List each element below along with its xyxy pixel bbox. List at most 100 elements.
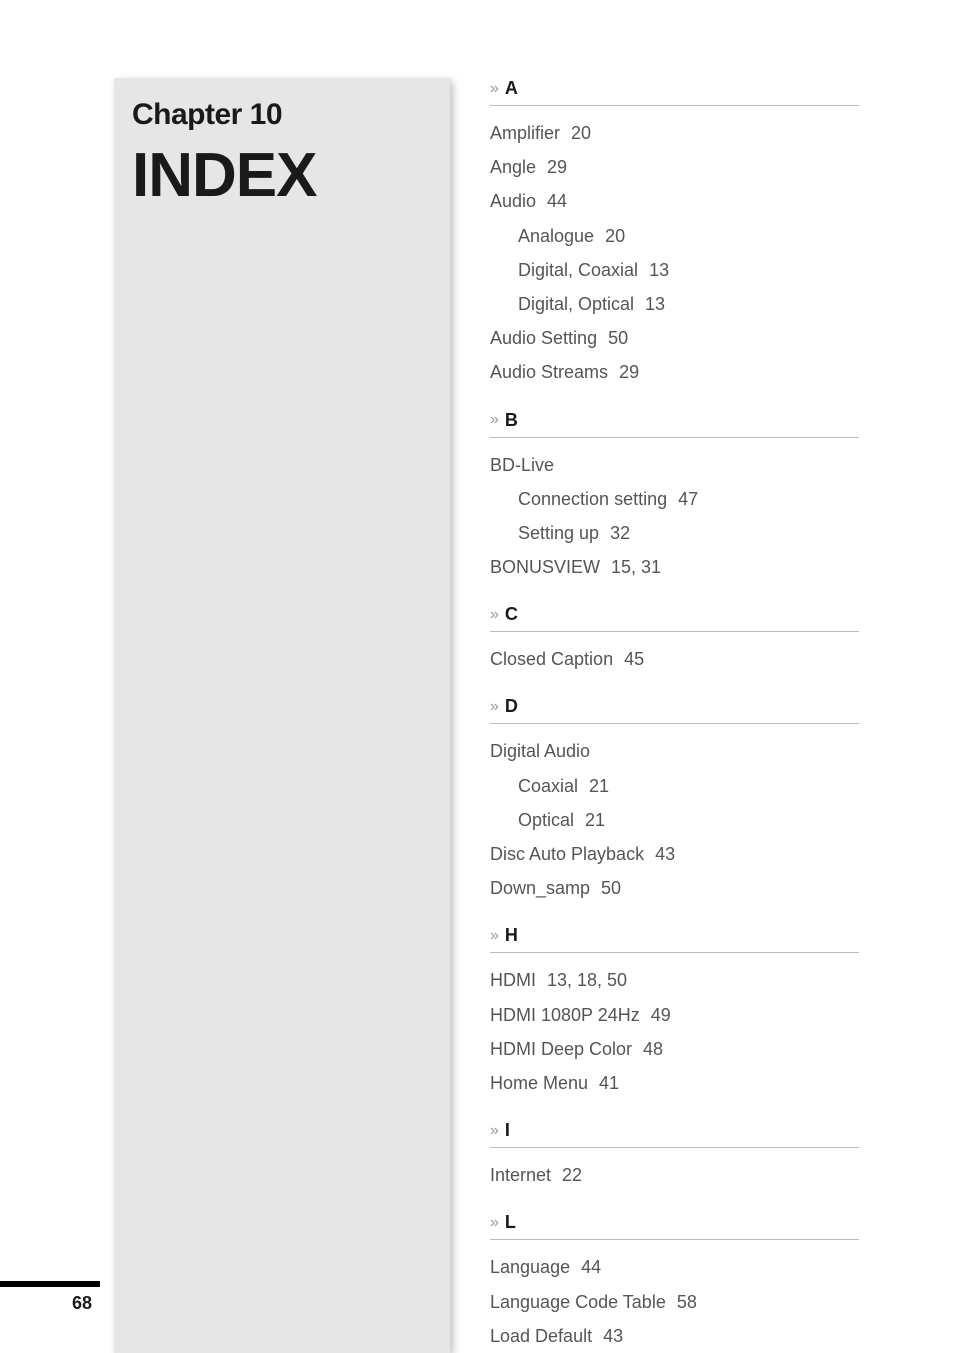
index-entry: HDMI 1080P 24Hz 49 bbox=[490, 998, 859, 1032]
index-entry-pages: 21 bbox=[584, 776, 609, 796]
index-entry-pages: 47 bbox=[673, 489, 698, 509]
index-entry-pages: 20 bbox=[566, 123, 591, 143]
index-title: INDEX bbox=[132, 140, 432, 211]
chevrons-icon: » bbox=[490, 1214, 495, 1232]
index-entry: Internet 22 bbox=[490, 1158, 859, 1192]
index-entry: HDMI 13, 18, 50 bbox=[490, 963, 859, 997]
index-entry-pages: 45 bbox=[619, 649, 644, 669]
index-entry: Digital Audio bbox=[490, 734, 859, 768]
index-entry-pages: 43 bbox=[650, 844, 675, 864]
index-entry-label: Digital Audio bbox=[490, 741, 590, 761]
index-entry: BONUSVIEW 15, 31 bbox=[490, 550, 859, 584]
index-entry-pages: 50 bbox=[596, 878, 621, 898]
index-entry-label: Language Code Table bbox=[490, 1292, 666, 1312]
index-entry: Optical 21 bbox=[490, 803, 859, 837]
index-entry-label: Digital, Optical bbox=[518, 294, 634, 314]
index-entry-pages: 44 bbox=[576, 1257, 601, 1277]
index-entry-pages: 29 bbox=[614, 362, 639, 382]
index-entry-label: Coaxial bbox=[518, 776, 578, 796]
index-entry: BD-Live bbox=[490, 448, 859, 482]
index-entry: Amplifier 20 bbox=[490, 116, 859, 150]
index-entry: Setting up 32 bbox=[490, 516, 859, 550]
index-entry-label: Analogue bbox=[518, 226, 594, 246]
chevrons-icon: » bbox=[490, 1122, 495, 1140]
index-entry-label: BD-Live bbox=[490, 455, 554, 475]
section-header: »H bbox=[490, 925, 859, 953]
title-panel: Chapter 10 INDEX bbox=[114, 78, 450, 1353]
section-header: »C bbox=[490, 604, 859, 632]
index-entry-label: Language bbox=[490, 1257, 570, 1277]
index-entry: HDMI Deep Color 48 bbox=[490, 1032, 859, 1066]
index-entry: Angle 29 bbox=[490, 150, 859, 184]
section-header: »B bbox=[490, 410, 859, 438]
index-entry-pages: 50 bbox=[603, 328, 628, 348]
chevrons-icon: » bbox=[490, 80, 495, 98]
page-footer: 68 bbox=[0, 1281, 100, 1314]
index-entry: Connection setting 47 bbox=[490, 482, 859, 516]
index-entry: Audio 44 bbox=[490, 184, 859, 218]
index-entry-pages: 21 bbox=[580, 810, 605, 830]
index-entry-pages: 13, 18, 50 bbox=[542, 970, 627, 990]
section-letter: A bbox=[505, 78, 518, 99]
index-entry: Coaxial 21 bbox=[490, 769, 859, 803]
section-letter: D bbox=[505, 696, 518, 717]
index-entry-label: Closed Caption bbox=[490, 649, 613, 669]
index-entry-pages: 43 bbox=[598, 1326, 623, 1346]
index-entry-label: Optical bbox=[518, 810, 574, 830]
index-entry-label: Amplifier bbox=[490, 123, 560, 143]
index-entry-label: Audio bbox=[490, 191, 536, 211]
index-entry-pages: 15, 31 bbox=[606, 557, 661, 577]
index-entry: Analogue 20 bbox=[490, 219, 859, 253]
index-entry: Language 44 bbox=[490, 1250, 859, 1284]
section-header: »L bbox=[490, 1212, 859, 1240]
index-entry-pages: 58 bbox=[672, 1292, 697, 1312]
section-letter: B bbox=[505, 410, 518, 431]
section-header: »I bbox=[490, 1120, 859, 1148]
index-entry: Disc Auto Playback 43 bbox=[490, 837, 859, 871]
index-entry-label: Audio Setting bbox=[490, 328, 597, 348]
index-entry-pages: 32 bbox=[605, 523, 630, 543]
index-entry-pages: 29 bbox=[542, 157, 567, 177]
index-entry: Audio Streams 29 bbox=[490, 355, 859, 389]
index-entry-label: Disc Auto Playback bbox=[490, 844, 644, 864]
index-entry-label: Home Menu bbox=[490, 1073, 588, 1093]
section-header: »A bbox=[490, 78, 859, 106]
footer-bar bbox=[0, 1281, 100, 1287]
chevrons-icon: » bbox=[490, 606, 495, 624]
index-entry-pages: 13 bbox=[640, 294, 665, 314]
index-entry-pages: 20 bbox=[600, 226, 625, 246]
index-entry-label: Digital, Coaxial bbox=[518, 260, 638, 280]
index-entry: Digital, Optical 13 bbox=[490, 287, 859, 321]
index-entry-pages: 44 bbox=[542, 191, 567, 211]
chevrons-icon: » bbox=[490, 698, 495, 716]
index-entry: Load Default 43 bbox=[490, 1319, 859, 1353]
index-entry-label: HDMI bbox=[490, 970, 536, 990]
section-letter: L bbox=[505, 1212, 516, 1233]
index-entry-label: HDMI Deep Color bbox=[490, 1039, 632, 1059]
index-entry: Closed Caption 45 bbox=[490, 642, 859, 676]
index-entry: Home Menu 41 bbox=[490, 1066, 859, 1100]
page-content: Chapter 10 INDEX »AAmplifier 20Angle 29A… bbox=[0, 0, 954, 1353]
index-entry-pages: 41 bbox=[594, 1073, 619, 1093]
index-entry: Down_samp 50 bbox=[490, 871, 859, 905]
index-entry-label: Setting up bbox=[518, 523, 599, 543]
index-entry-label: Angle bbox=[490, 157, 536, 177]
index-entry-label: Down_samp bbox=[490, 878, 590, 898]
index-entry-label: Connection setting bbox=[518, 489, 667, 509]
section-letter: H bbox=[505, 925, 518, 946]
section-letter: C bbox=[505, 604, 518, 625]
index-entry: Digital, Coaxial 13 bbox=[490, 253, 859, 287]
index-entry-label: BONUSVIEW bbox=[490, 557, 600, 577]
index-entry-pages: 22 bbox=[557, 1165, 582, 1185]
index-entry-label: Audio Streams bbox=[490, 362, 608, 382]
section-header: »D bbox=[490, 696, 859, 724]
index-entry-pages: 13 bbox=[644, 260, 669, 280]
chevrons-icon: » bbox=[490, 927, 495, 945]
index-entry: Language Code Table 58 bbox=[490, 1285, 859, 1319]
index-entry-label: HDMI 1080P 24Hz bbox=[490, 1005, 640, 1025]
chapter-label: Chapter 10 bbox=[132, 98, 432, 132]
index-entry-label: Internet bbox=[490, 1165, 551, 1185]
page-number: 68 bbox=[0, 1293, 100, 1314]
index-entry-label: Load Default bbox=[490, 1326, 592, 1346]
chevrons-icon: » bbox=[490, 411, 495, 429]
